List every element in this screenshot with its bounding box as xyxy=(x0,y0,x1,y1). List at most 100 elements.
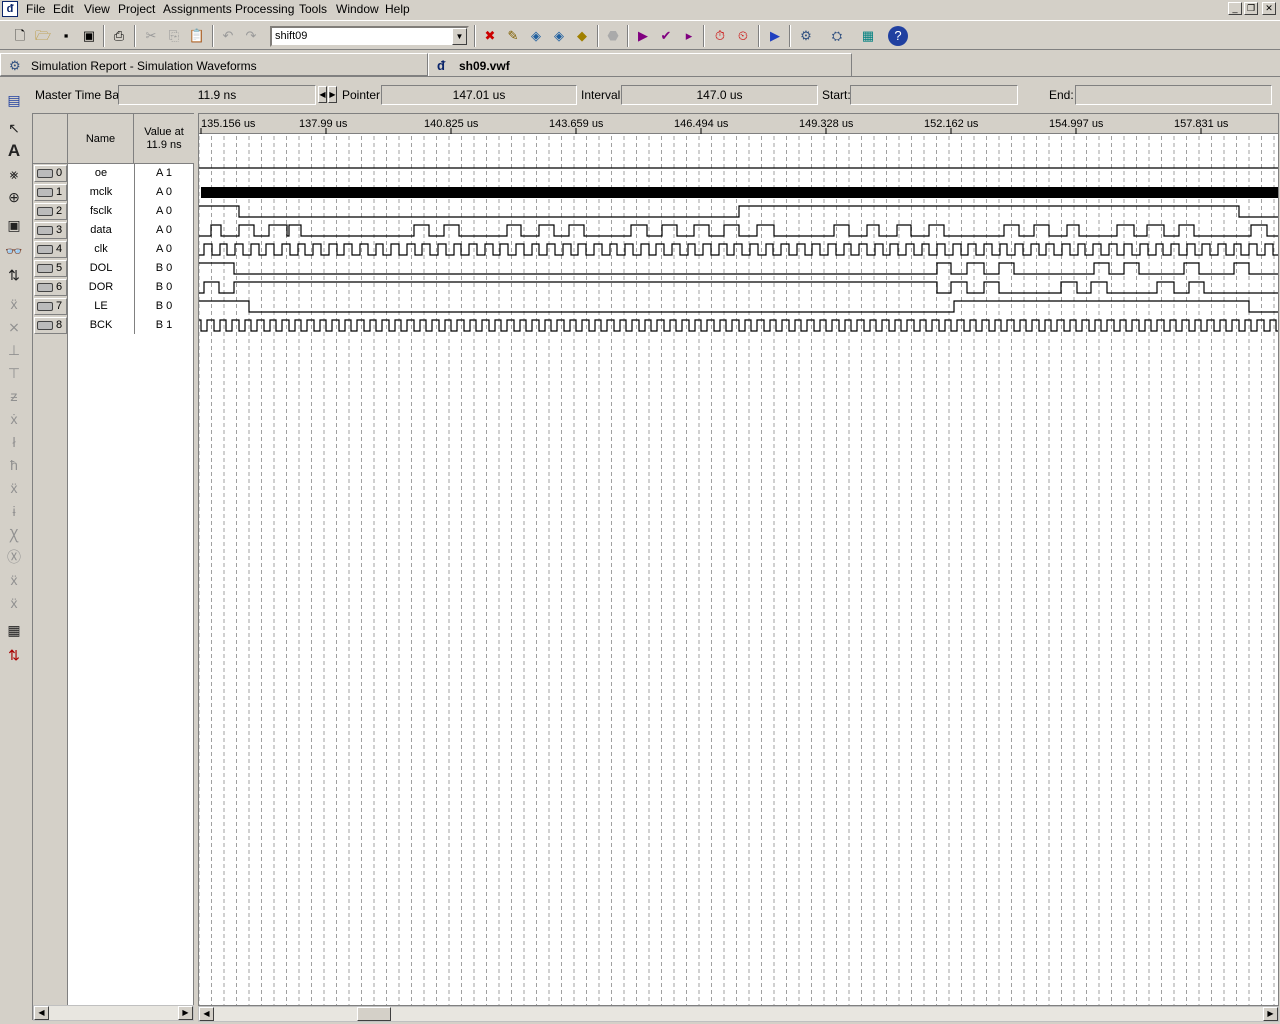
waveform-editing-tool-icon[interactable]: ⨳ xyxy=(4,164,24,184)
next-transition-icon[interactable]: ▶ xyxy=(328,86,337,103)
check-icon[interactable]: ✔ xyxy=(656,26,676,46)
programmer-icon[interactable]: ⚙ xyxy=(796,26,816,46)
print-icon[interactable]: ⎙ xyxy=(109,26,129,46)
signal-table-scrollbar[interactable]: ◀ ▶ xyxy=(33,1005,194,1021)
undo-icon[interactable]: ↶ xyxy=(218,26,238,46)
signal-row-fsclk[interactable]: 2 fsclk A 0 xyxy=(33,202,194,221)
menu-file[interactable]: File xyxy=(26,2,45,16)
scroll-left-icon[interactable]: ◀ xyxy=(34,1006,49,1020)
open-icon[interactable]: 🗁 xyxy=(33,26,53,46)
run-icon[interactable]: ▶ xyxy=(633,26,653,46)
scroll-right-icon[interactable]: ▶ xyxy=(1263,1007,1278,1021)
name-column-header[interactable]: Name xyxy=(68,114,134,164)
stop-icon[interactable]: ⬣ xyxy=(603,26,623,46)
signal-row-data[interactable]: 3 data A 0 xyxy=(33,221,194,240)
zoom-tool-icon[interactable]: ⊕ xyxy=(4,187,24,207)
signal-index[interactable]: 5 xyxy=(34,260,67,277)
scroll-right-icon[interactable]: ▶ xyxy=(178,1006,193,1020)
signal-name[interactable]: fsclk xyxy=(68,205,134,217)
waveform-canvas[interactable] xyxy=(199,114,1279,1006)
sort-icon[interactable]: ⇅ xyxy=(4,645,24,665)
signal-row-LE[interactable]: 7 LE B 0 xyxy=(33,297,194,316)
help-icon[interactable]: ? xyxy=(888,26,908,46)
signal-name[interactable]: BCK xyxy=(68,319,134,331)
analysis-icon[interactable]: ◈ xyxy=(549,26,569,46)
signal-name[interactable]: clk xyxy=(68,243,134,255)
scroll-thumb[interactable] xyxy=(357,1007,391,1021)
project-combo[interactable]: shift09 ▼ xyxy=(270,26,469,47)
signal-name[interactable]: LE xyxy=(68,300,134,312)
signal-name[interactable]: DOL xyxy=(68,262,134,274)
snap-to-grid-icon[interactable]: ▦ xyxy=(4,620,24,640)
signal-row-oe[interactable]: 0 oe A 1 xyxy=(33,164,194,183)
menu-processing[interactable]: Processing xyxy=(235,2,294,16)
signal-name[interactable]: DOR xyxy=(68,281,134,293)
minimize-icon[interactable]: _ xyxy=(1228,2,1242,15)
compile-icon[interactable]: ◈ xyxy=(526,26,546,46)
replace-icon[interactable]: ⇅ xyxy=(4,265,24,285)
waveform-panel[interactable]: 135.156 us 137.99 us 140.825 us 143.659 us 1… xyxy=(198,113,1279,1006)
redo-icon[interactable]: ↷ xyxy=(241,26,261,46)
scroll-left-icon[interactable]: ◀ xyxy=(199,1007,214,1021)
copy-icon[interactable]: ⎘ xyxy=(164,26,184,46)
input-pin-icon xyxy=(37,226,53,235)
master-time-bar-field[interactable]: 11.9 ns xyxy=(118,85,316,105)
selection-tool-icon[interactable]: ↖ xyxy=(4,118,24,138)
signal-index[interactable]: 1 xyxy=(34,184,67,201)
menu-tools[interactable]: Tools xyxy=(299,2,327,16)
full-screen-icon[interactable]: ▣ xyxy=(4,215,24,235)
signal-name[interactable]: oe xyxy=(68,167,134,179)
signal-row-DOR[interactable]: 6 DOR B 0 xyxy=(33,278,194,297)
cut-icon[interactable]: ✂ xyxy=(141,26,161,46)
signal-index[interactable]: 8 xyxy=(34,317,67,334)
chip-icon[interactable]: ✖ xyxy=(480,26,500,46)
rtl-viewer-icon[interactable]: ▦ xyxy=(858,26,878,46)
prev-transition-icon[interactable]: ◀ xyxy=(318,86,327,103)
find-icon[interactable]: 👓 xyxy=(4,241,24,261)
menu-view[interactable]: View xyxy=(84,2,110,16)
save-all-icon[interactable]: ▣ xyxy=(79,26,99,46)
settings-icon[interactable]: ▤ xyxy=(4,90,24,110)
weak-low-icon: ł xyxy=(12,434,16,450)
signal-row-mclk[interactable]: 1 mclk A 0 xyxy=(33,183,194,202)
signal-value: B 0 xyxy=(155,300,173,312)
menu-edit[interactable]: Edit xyxy=(53,2,74,16)
menu-window[interactable]: Window xyxy=(336,2,379,16)
text-tool-icon[interactable]: A xyxy=(4,141,24,161)
signal-index[interactable]: 7 xyxy=(34,298,67,315)
chip-planner-icon[interactable]: ⛭ xyxy=(827,26,847,46)
high-impedance-icon: ƶ xyxy=(10,388,18,404)
tab-waveform-file[interactable]: ᵭ sh09.vwf xyxy=(428,53,852,76)
signal-row-clk[interactable]: 4 clk A 0 xyxy=(33,240,194,259)
chevron-down-icon[interactable]: ▼ xyxy=(452,28,467,45)
restore-icon[interactable]: ❐ xyxy=(1244,2,1258,15)
signal-name[interactable]: mclk xyxy=(68,186,134,198)
signal-name[interactable]: data xyxy=(68,224,134,236)
close-icon[interactable]: ✕ xyxy=(1262,2,1276,15)
fitter-icon[interactable]: ◆ xyxy=(572,26,592,46)
menu-project[interactable]: Project xyxy=(118,2,155,16)
menu-help[interactable]: Help xyxy=(385,2,410,16)
overwrite-clock-icon: Ⓧ xyxy=(7,549,21,565)
signal-row-BCK[interactable]: 8 BCK B 1 xyxy=(33,316,194,335)
timing-analyzer-icon[interactable]: ⏱ xyxy=(710,26,730,46)
signal-index[interactable]: 3 xyxy=(34,222,67,239)
new-file-icon[interactable]: 🗋 xyxy=(10,26,30,46)
value-column-header[interactable]: Value at 11.9 ns xyxy=(134,114,194,164)
signal-index[interactable]: 6 xyxy=(34,279,67,296)
signal-index[interactable]: 0 xyxy=(34,165,67,182)
paste-icon[interactable]: 📋 xyxy=(187,26,207,46)
waveform-scrollbar[interactable]: ◀ ▶ xyxy=(198,1006,1279,1022)
pencil-icon[interactable]: ✎ xyxy=(503,26,523,46)
signal-index[interactable]: 4 xyxy=(34,241,67,258)
save-icon[interactable]: ▪ xyxy=(56,26,76,46)
signal-row-DOL[interactable]: 5 DOL B 0 xyxy=(33,259,194,278)
clock-icon[interactable]: ⏲ xyxy=(733,26,753,46)
signal-index-number: 1 xyxy=(56,186,63,198)
tab-simulation-report[interactable]: ⚙ Simulation Report - Simulation Wavefor… xyxy=(0,53,428,76)
dont-care-icon: ẍ xyxy=(10,480,18,496)
simulate-icon[interactable]: ▶ xyxy=(765,26,785,46)
timing-icon[interactable]: ▸ xyxy=(679,26,699,46)
signal-index[interactable]: 2 xyxy=(34,203,67,220)
menu-assignments[interactable]: Assignments xyxy=(163,2,232,16)
